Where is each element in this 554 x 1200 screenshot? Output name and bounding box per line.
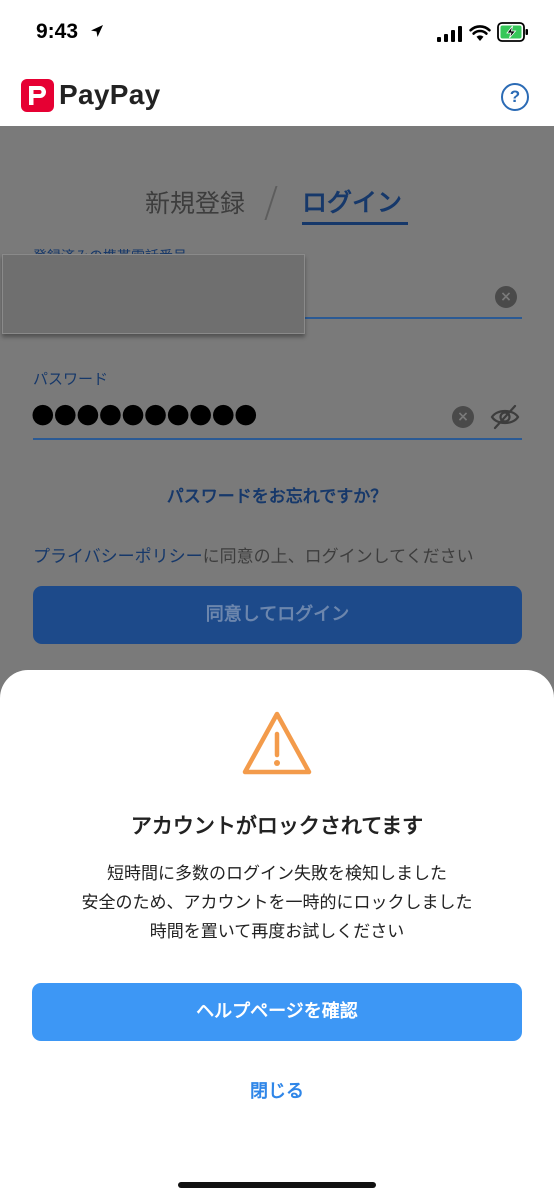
status-time: 9:43: [36, 20, 79, 43]
app-header: PayPay ?: [0, 64, 554, 126]
location-arrow-icon: [91, 25, 103, 37]
agree-login-button[interactable]: 同意してログイン: [33, 586, 522, 644]
privacy-consent-suffix: に同意の上、ログインしてください: [202, 547, 474, 567]
tab-divider: [264, 186, 278, 220]
tab-active-indicator: [302, 222, 408, 225]
tab-login[interactable]: ログイン: [302, 183, 402, 219]
auth-tabs: 新規登録 ログイン: [0, 126, 554, 236]
sheet-title: アカウントがロックされてます: [130, 814, 424, 838]
cellular-signal-icon: [437, 26, 462, 42]
password-field-underline: [33, 438, 522, 440]
sheet-message: 短時間に多数のログイン失敗を検知しました 安全のため、アカウントを一時的にロック…: [0, 860, 554, 947]
home-indicator: [178, 1182, 376, 1188]
sheet-message-line: 安全のため、アカウントを一時的にロックしました: [81, 893, 473, 913]
phone-clear-icon[interactable]: ×: [495, 286, 517, 308]
password-clear-icon[interactable]: ×: [452, 406, 474, 428]
paypay-logo-icon: [21, 79, 54, 112]
battery-charging-icon: [497, 22, 528, 42]
close-button[interactable]: 閉じる: [0, 1077, 554, 1103]
help-page-button[interactable]: ヘルプページを確認: [32, 983, 522, 1041]
password-input[interactable]: ●●●●●●●●●●: [31, 398, 258, 429]
password-field-label: パスワード: [33, 370, 109, 388]
warning-icon: [242, 711, 312, 775]
app-logo-text: PayPay: [59, 79, 161, 110]
privacy-consent-text: プライバシーポリシーに同意の上、ログインしてください: [33, 542, 474, 567]
help-icon[interactable]: ?: [501, 83, 529, 111]
privacy-policy-link[interactable]: プライバシーポリシー: [33, 547, 203, 567]
sheet-message-line: 時間を置いて再度お試しください: [149, 922, 405, 942]
sheet-message-line: 短時間に多数のログイン失敗を検知しました: [107, 864, 447, 884]
status-bar: 9:43: [0, 0, 554, 64]
wifi-icon: [469, 25, 491, 41]
tab-register[interactable]: 新規登録: [145, 184, 245, 220]
redaction-overlay: [2, 254, 305, 334]
eye-off-icon[interactable]: [490, 404, 520, 430]
forgot-password-link[interactable]: パスワードをお忘れですか？: [0, 482, 554, 507]
account-locked-sheet: アカウントがロックされてます 短時間に多数のログイン失敗を検知しました 安全のた…: [0, 670, 554, 1200]
